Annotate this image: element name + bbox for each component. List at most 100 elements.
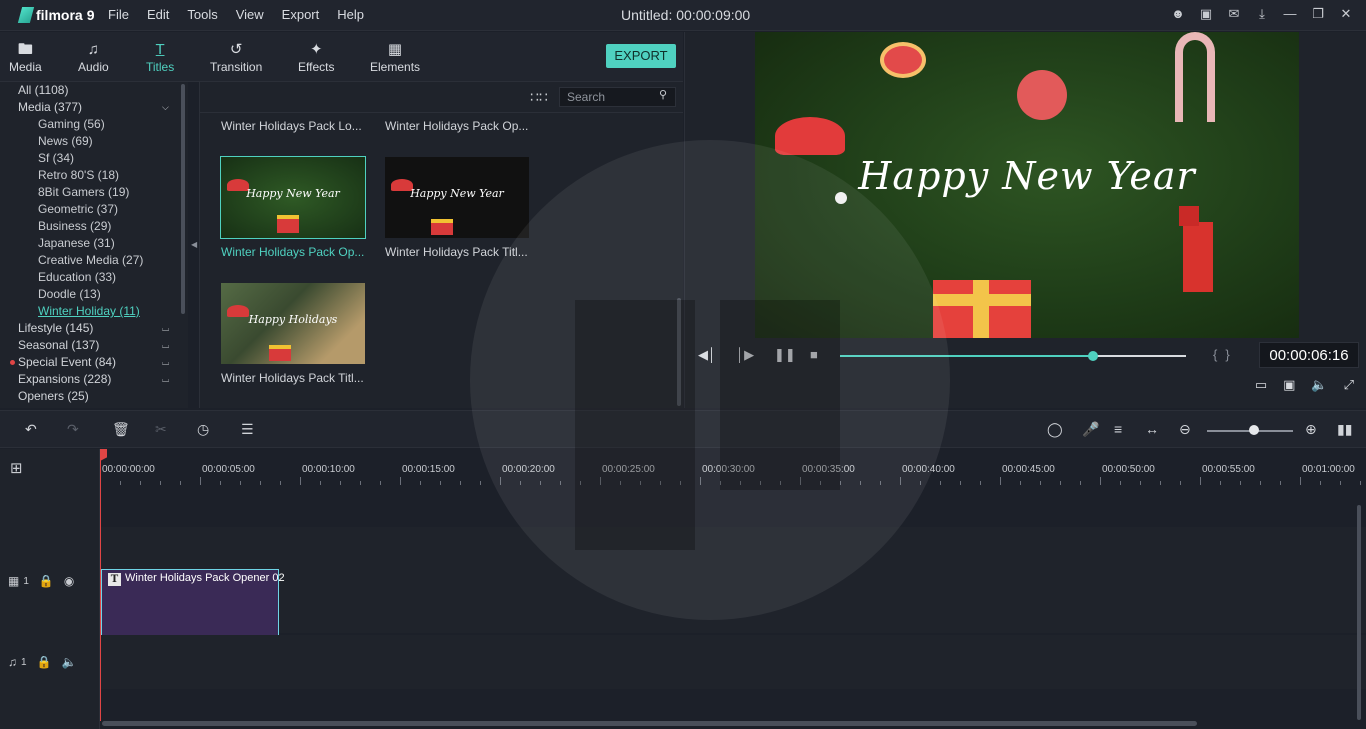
playhead[interactable] [100,449,101,721]
ruler-minor-tick [560,481,561,485]
delete-icon[interactable]: 🗑 [112,421,130,438]
zoom-in-icon[interactable]: ⊕ [1305,421,1317,438]
add-track-icon[interactable]: ⊞ [10,459,23,477]
adjust-icon[interactable]: ☰ [241,421,254,438]
layout-icon[interactable]: ▮▮ [1337,421,1352,438]
category-media[interactable]: Media (377) [18,100,82,114]
category-seasonal[interactable]: Seasonal (137) [18,338,99,352]
category-news[interactable]: News (69) [38,134,93,148]
menu-view[interactable]: View [236,7,264,22]
play-icon[interactable]: │▶ [736,347,754,363]
timeline-horizontal-scrollbar[interactable] [102,721,1197,726]
category-creative-media[interactable]: Creative Media (27) [38,253,143,267]
menu-export[interactable]: Export [282,7,320,22]
zoom-slider-knob[interactable] [1249,425,1260,435]
gift-box-shape [277,215,299,233]
tab-audio[interactable]: ♫ Audio [78,40,109,74]
video-preview[interactable]: Happy New Year [755,32,1299,338]
category-japanese[interactable]: Japanese (31) [38,236,115,250]
speaker-icon[interactable]: 🔈 [62,655,77,669]
search-icon[interactable]: ⚲ [659,88,667,101]
category-retro-80s[interactable]: Retro 80'S (18) [38,168,119,182]
tab-elements[interactable]: ▦ Elements [370,40,420,74]
save-icon[interactable]: ▣ [1198,6,1214,22]
item-label[interactable]: Winter Holidays Pack Lo... [221,119,366,133]
tab-effects-label: Effects [298,60,335,74]
app-name: filmora [36,7,83,23]
fullscreen-icon[interactable]: ⤢ [1344,377,1354,393]
playback-progress-bar[interactable] [840,351,1186,361]
tab-media[interactable]: 🖿 Media [9,40,42,74]
item-label[interactable]: Winter Holidays Pack Op... [221,245,366,259]
category-winter-holiday[interactable]: Winter Holiday (11) [38,304,140,318]
chevron-down-icon[interactable]: ⌵ [162,102,169,113]
category-special-event[interactable]: Special Event (84) [18,355,116,369]
chevron-up-icon[interactable]: ⌴ [162,340,169,351]
item-thumbnail[interactable]: Happy New Year [220,156,366,239]
prev-frame-icon[interactable]: ◀│ [698,347,716,363]
video-track-lane[interactable]: T Winter Holidays Pack Opener 02 [100,527,1366,671]
grid-view-icon[interactable]: ∷∷ [530,89,548,106]
eye-icon[interactable]: ◉ [64,574,74,588]
lock-icon[interactable]: 🔒 [37,655,52,669]
menu-file[interactable]: File [108,7,129,22]
timeline-vertical-scrollbar[interactable] [1357,505,1361,720]
menu-tools[interactable]: Tools [187,7,217,22]
lock-icon[interactable]: 🔒 [39,574,54,588]
category-geometric[interactable]: Geometric (37) [38,202,118,216]
tab-transition[interactable]: ↺ Transition [210,40,262,74]
mark-in-out-icon[interactable]: {} [1213,347,1238,362]
menu-edit[interactable]: Edit [147,7,169,22]
zoom-out-icon[interactable]: ⊖ [1179,421,1191,438]
gift-box-shape [269,345,291,361]
tab-titles[interactable]: T̲ Titles [143,40,177,84]
pause-icon[interactable]: ❚❚ [774,347,796,363]
cut-icon[interactable]: ✂ [155,421,167,438]
redo-icon[interactable]: ↷ [67,421,79,438]
ruler-minor-tick [880,481,881,485]
progress-knob[interactable] [1087,351,1098,361]
item-thumbnail[interactable]: Happy Holidays [221,283,365,364]
display-settings-icon[interactable]: ▭ [1255,377,1267,393]
category-expansions[interactable]: Expansions (228) [18,372,111,386]
restore-icon[interactable]: ❐ [1310,6,1326,22]
fit-icon[interactable]: ↔ [1145,421,1159,437]
close-icon[interactable]: ✕ [1338,6,1354,22]
audio-mixer-icon[interactable]: ≡ [1114,421,1122,437]
category-8bit-gamers[interactable]: 8Bit Gamers (19) [38,185,129,199]
category-gaming[interactable]: Gaming (56) [38,117,105,131]
undo-icon[interactable]: ↶ [25,421,37,438]
item-thumbnail[interactable]: Happy New Year [385,157,529,238]
chevron-up-icon[interactable]: ⌴ [162,323,169,334]
mail-icon[interactable]: ✉ [1226,6,1242,22]
duration-icon[interactable]: ◷ [197,421,209,438]
marker-icon[interactable]: ◯ [1047,421,1063,438]
chevron-up-icon[interactable]: ⌴ [162,357,169,368]
audio-track-lane[interactable] [100,635,1366,689]
category-all[interactable]: All (1108) [18,83,68,97]
minimize-icon[interactable]: — [1282,6,1298,22]
volume-icon[interactable]: 🔈 [1311,377,1327,393]
download-icon[interactable]: ⤓ [1254,6,1270,22]
item-label[interactable]: Winter Holidays Pack Op... [385,119,530,133]
stop-icon[interactable]: ■ [810,347,818,362]
category-lifestyle[interactable]: Lifestyle (145) [18,321,93,335]
menu-help[interactable]: Help [337,7,364,22]
timeline-ruler[interactable]: 00:00:00:00 00:00:05:00 00:00:10:00 00:00:1… [100,449,1366,487]
category-sf[interactable]: Sf (34) [38,151,74,165]
category-business[interactable]: Business (29) [38,219,111,233]
category-education[interactable]: Education (33) [38,270,116,284]
sidebar-scrollbar[interactable] [181,84,185,314]
item-label[interactable]: Winter Holidays Pack Titl... [221,371,366,385]
account-icon[interactable]: ☻ [1170,6,1186,22]
voiceover-icon[interactable]: 🎤 [1082,421,1099,438]
item-label[interactable]: Winter Holidays Pack Titl... [385,245,530,259]
content-scrollbar[interactable] [677,298,681,406]
chevron-up-icon[interactable]: ⌴ [162,374,169,385]
export-button[interactable]: EXPORT [606,44,676,68]
tab-effects[interactable]: ✦ Effects [298,40,334,74]
category-doodle[interactable]: Doodle (13) [38,287,101,301]
category-openers[interactable]: Openers (25) [18,389,89,403]
sidebar-collapse-handle[interactable]: ◀ [188,82,200,408]
snapshot-icon[interactable]: ▣ [1283,377,1295,393]
